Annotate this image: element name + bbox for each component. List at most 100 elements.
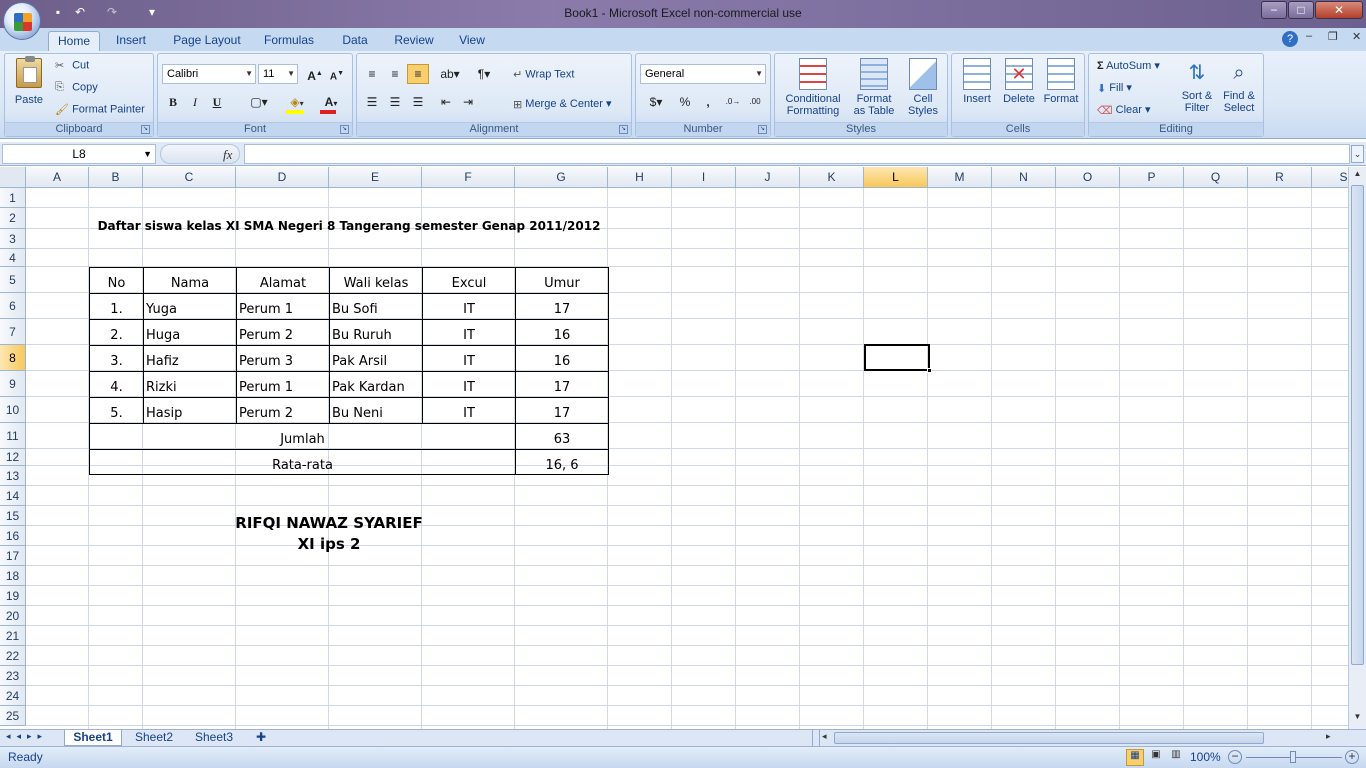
rata-rata-value[interactable]: 16, 6 [516,458,608,473]
row-header-24[interactable]: 24 [0,686,26,706]
insert-cells-button[interactable]: Insert [956,58,998,118]
borders-icon[interactable]: ▢▾ [244,92,274,112]
worksheet-grid[interactable]: ABCDEFGHIJKLMNOPQRS 1 2 3 4 5 6 7 8 9 10 11 12 13 14 1… [0,167,1348,729]
header-excul[interactable]: Excul [423,276,515,291]
tab-home[interactable]: Home [48,31,100,51]
normal-view-icon[interactable]: ▦ [1126,749,1144,766]
row-header-22[interactable]: 22 [0,646,26,666]
align-right-icon[interactable]: ☰ [407,92,429,112]
cell-excul-5[interactable]: IT [423,406,515,421]
customize-qat-icon[interactable]: ▾ [144,5,160,21]
formula-input[interactable] [244,144,1350,164]
fill-color-icon[interactable]: ◈▾ [282,92,312,112]
align-top-icon[interactable]: ≡ [361,64,383,84]
tab-insert[interactable]: Insert [108,31,154,51]
row-header-3[interactable]: 3 [0,229,26,249]
decrease-indent-icon[interactable]: ⇤ [435,92,457,112]
alignment-launcher-icon[interactable]: ↘ [619,125,628,134]
column-header-r[interactable]: R [1248,167,1312,188]
align-center-icon[interactable]: ☰ [384,92,406,112]
cell-wali-kelas-2[interactable]: Bu Ruruh [332,328,422,343]
column-header-e[interactable]: E [329,167,422,188]
cell-no-5[interactable]: 5. [90,406,143,421]
row-header-11[interactable]: 11 [0,423,26,449]
column-header-d[interactable]: D [236,167,329,188]
cell-wali-kelas-4[interactable]: Pak Kardan [332,380,422,395]
cell-nama-1[interactable]: Yuga [146,302,236,317]
grow-font-icon[interactable]: A▲ [304,64,326,84]
row-header-5[interactable]: 5 [0,267,26,293]
merge-center-button[interactable]: ⊞ Merge & Center ▾ [513,97,612,111]
align-bottom-icon[interactable]: ≡ [407,64,429,84]
header-no[interactable]: No [90,276,143,291]
row-header-20[interactable]: 20 [0,606,26,626]
tab-page-layout[interactable]: Page Layout [168,31,246,51]
cell-umur-2[interactable]: 16 [516,328,608,343]
row-header-2[interactable]: 2 [0,208,26,229]
minimize-button[interactable]: − [1261,1,1287,19]
cell-styles-button[interactable]: Cell Styles [901,58,945,122]
cut-button[interactable]: ✂ Cut [55,59,89,72]
font-size-select[interactable]: 11 ▼ [258,64,298,84]
cell-no-1[interactable]: 1. [90,302,143,317]
save-icon[interactable]: ▪ [50,5,66,21]
text-direction-icon[interactable]: ¶▾ [469,64,499,84]
scroll-right-icon[interactable]: ▸ [1326,731,1331,742]
bold-button[interactable]: B [162,92,184,112]
tab-split-handle[interactable] [812,730,820,746]
delete-cells-button[interactable]: ✕ Delete [998,58,1040,118]
header-nama[interactable]: Nama [144,276,236,291]
active-cell[interactable] [864,344,932,373]
cell-alamat-3[interactable]: Perum 3 [239,354,329,369]
copy-button[interactable]: ⎘ Copy [55,81,98,94]
cell-wali-kelas-1[interactable]: Bu Sofi [332,302,422,317]
tab-view[interactable]: View [452,31,492,51]
row-header-16[interactable]: 16 [0,526,26,546]
scroll-up-icon[interactable]: ▲ [1351,169,1364,182]
author-class[interactable]: XI ips 2 [200,535,458,553]
sheet-tab-2[interactable]: Sheet2 [126,730,182,746]
rata-rata-label[interactable]: Rata-rata [90,458,515,473]
conditional-formatting-button[interactable]: Conditional Formatting [779,58,847,122]
cell-excul-3[interactable]: IT [423,354,515,369]
sheet-tab-1[interactable]: Sheet1 [64,730,122,746]
help-icon[interactable]: ? [1282,31,1298,47]
header-wali-kelas[interactable]: Wali kelas [330,276,422,291]
cell-excul-2[interactable]: IT [423,328,515,343]
sheet-tab-3[interactable]: Sheet3 [186,730,242,746]
cell-nama-5[interactable]: Hasip [146,406,236,421]
maximize-button[interactable]: □ [1288,1,1314,19]
row-header-17[interactable]: 17 [0,546,26,566]
cell-no-3[interactable]: 3. [90,354,143,369]
currency-icon[interactable]: $▾ [640,92,672,112]
column-header-f[interactable]: F [422,167,515,188]
column-header-i[interactable]: I [672,167,736,188]
wrap-text-button[interactable]: ↵ Wrap Text [513,68,574,81]
column-header-j[interactable]: J [736,167,800,188]
fill-handle[interactable] [927,368,932,373]
column-header-o[interactable]: O [1056,167,1120,188]
office-button[interactable] [3,2,41,40]
format-painter-button[interactable]: 🖌 Format Painter [55,103,145,116]
row-header-21[interactable]: 21 [0,626,26,646]
row-header-23[interactable]: 23 [0,666,26,686]
decrease-decimal-icon[interactable]: .00 [744,92,766,112]
row-header-1[interactable]: 1 [0,188,26,208]
row-header-12[interactable]: 12 [0,449,26,466]
column-header-m[interactable]: M [928,167,992,188]
sort-filter-button[interactable]: ⇅ Sort & Filter [1177,58,1217,122]
row-header-19[interactable]: 19 [0,586,26,606]
increase-decimal-icon[interactable]: .0→ [722,92,744,112]
close-button[interactable]: ✕ [1315,1,1363,19]
scroll-thumb[interactable] [1351,185,1364,665]
cell-wali-kelas-5[interactable]: Bu Neni [332,406,422,421]
cell-alamat-1[interactable]: Perum 1 [239,302,329,317]
jumlah-value[interactable]: 63 [516,432,608,447]
italic-button[interactable]: I [184,92,206,112]
undo-icon[interactable]: ↶ [72,5,88,21]
page-layout-view-icon[interactable]: ▣ [1147,749,1165,766]
scroll-left-icon[interactable]: ◂ [822,731,827,742]
vertical-scrollbar[interactable]: ▲ ▼ [1348,167,1366,729]
underline-button[interactable]: U [206,92,228,112]
clear-button[interactable]: ⌫ Clear ▾ [1097,103,1151,117]
